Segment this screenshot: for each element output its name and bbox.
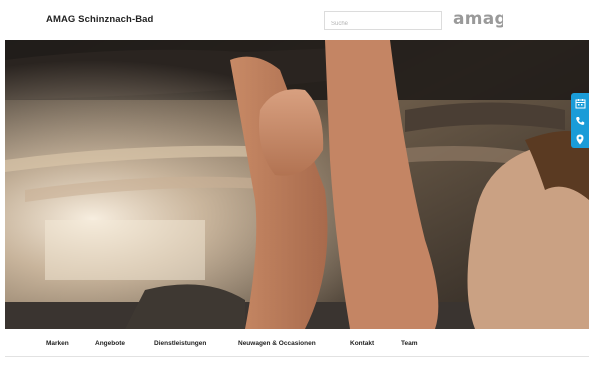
calendar-icon <box>575 98 585 108</box>
nav-item-dienstleistungen[interactable]: Dienstleistungen <box>154 340 206 347</box>
map-pin-icon <box>576 134 584 144</box>
amag-logo[interactable]: amag <box>453 8 503 30</box>
hero-image <box>5 40 589 329</box>
mechanic-photo <box>5 40 589 329</box>
location-button[interactable] <box>571 130 589 148</box>
nav-item-neuwagen-occasionen[interactable]: Neuwagen & Occasionen <box>238 340 316 347</box>
phone-icon <box>576 117 585 125</box>
search-input[interactable] <box>325 15 441 33</box>
search-box[interactable] <box>324 11 442 33</box>
phone-button[interactable] <box>571 112 589 130</box>
main-navigation: Marken Angebote Dienstleistungen Neuwage… <box>0 330 589 358</box>
nav-item-team[interactable]: Team <box>401 340 418 347</box>
nav-item-marken[interactable]: Marken <box>46 340 69 347</box>
calendar-button[interactable] <box>571 94 589 112</box>
nav-item-kontakt[interactable]: Kontakt <box>350 340 374 347</box>
nav-divider <box>5 356 589 357</box>
nav-item-angebote[interactable]: Angebote <box>95 340 125 347</box>
site-title[interactable]: AMAG Schinznach-Bad <box>46 14 153 25</box>
site-header: AMAG Schinznach-Bad amag <box>0 0 589 40</box>
logo-text: amag <box>453 9 503 29</box>
side-quick-actions <box>571 93 589 148</box>
